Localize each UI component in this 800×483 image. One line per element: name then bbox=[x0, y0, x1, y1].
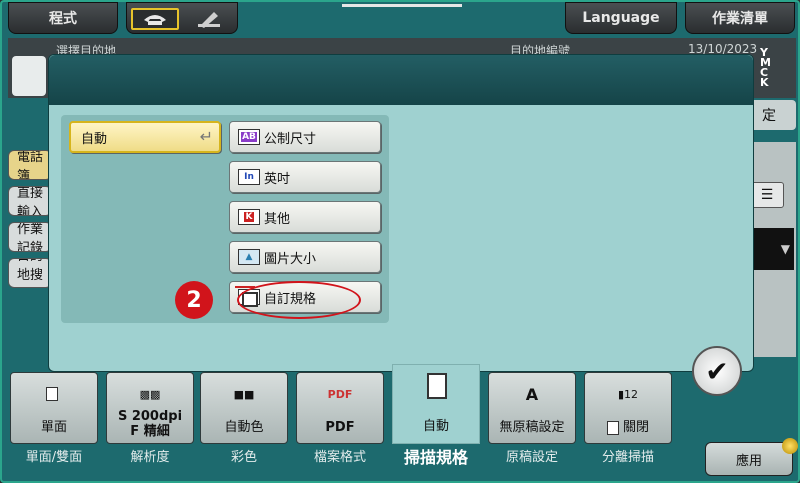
resolution-button[interactable]: ▩▩ S 200dpi F 精細 bbox=[106, 372, 194, 444]
separate-scan-icon: ▮12 bbox=[617, 387, 639, 401]
metric-ab-icon: AB bbox=[238, 129, 260, 145]
separate-scan-caption: 分離掃描 bbox=[601, 450, 654, 465]
apply-button[interactable]: 應用 bbox=[705, 442, 793, 476]
scanner-screen: 程式 Language 作業清單 選擇目的地 目的地編號 13/10/2023 … bbox=[0, 0, 800, 483]
resolution-caption: 解析度 bbox=[130, 450, 170, 465]
other-size-button[interactable]: K 其他 bbox=[229, 201, 381, 233]
chevron-down-icon: ▼ bbox=[780, 242, 790, 256]
phone-icon[interactable] bbox=[131, 8, 179, 30]
scan-size-caption: 掃描規格 bbox=[403, 448, 468, 467]
send-mode-group bbox=[126, 2, 238, 34]
picture-icon: ▲ bbox=[238, 249, 260, 265]
job-list-button[interactable]: 作業清單 bbox=[685, 2, 795, 34]
checkmark-icon: ✔ bbox=[705, 354, 729, 388]
toner-k: K bbox=[760, 76, 769, 89]
inch-size-button[interactable]: In 英吋 bbox=[229, 161, 381, 193]
resolution-icon: ▩▩ bbox=[139, 387, 161, 401]
metric-size-label: 公制尺寸 bbox=[264, 131, 317, 147]
language-button[interactable]: Language bbox=[565, 2, 677, 34]
top-indicator-line bbox=[342, 4, 462, 7]
list-view-button[interactable]: ☰ bbox=[750, 182, 784, 208]
tab-phonebook[interactable]: 電話簿 bbox=[8, 150, 52, 180]
tab-destination-search[interactable]: 目的地搜尋 bbox=[8, 258, 52, 288]
highlight-ellipse bbox=[237, 281, 361, 319]
other-k-icon: K bbox=[238, 209, 260, 225]
pdf-icon: PDF bbox=[327, 387, 353, 401]
tab-direct-input[interactable]: 直接輸入 bbox=[8, 186, 52, 216]
fax-document-icon bbox=[12, 56, 46, 96]
file-format-caption: 檔案格式 bbox=[313, 450, 366, 465]
color-button[interactable]: ■■ 自動色 bbox=[200, 372, 288, 444]
separate-scan-value: 關閉 bbox=[622, 420, 649, 435]
auto-size-button[interactable]: 自動 ↵ bbox=[69, 121, 221, 153]
separate-scan-button[interactable]: ▮12 關閉 bbox=[584, 372, 672, 444]
file-format-value: PDF bbox=[325, 420, 355, 435]
simplex-duplex-button[interactable]: 單面 bbox=[10, 372, 98, 444]
tab-job-log[interactable]: 作業記錄 bbox=[8, 222, 52, 252]
status-indicator bbox=[782, 438, 798, 454]
handset-icon[interactable] bbox=[185, 8, 233, 30]
dropdown-toggle[interactable]: ▼ bbox=[754, 228, 794, 270]
resolution-value: S 200dpi F 精細 bbox=[117, 409, 183, 439]
list-icon: ☰ bbox=[760, 187, 774, 203]
off-icon bbox=[606, 420, 619, 435]
inch-icon: In bbox=[238, 169, 260, 185]
simplex-value: 單面 bbox=[40, 420, 67, 435]
photo-size-label: 圖片大小 bbox=[264, 251, 317, 267]
photo-size-button[interactable]: ▲ 圖片大小 bbox=[229, 241, 381, 273]
toner-indicator: Y M C K bbox=[760, 47, 792, 89]
original-a-icon: A bbox=[525, 384, 539, 404]
duplex-icon bbox=[40, 381, 68, 407]
page-icon bbox=[427, 373, 447, 399]
original-settings-caption: 原稿設定 bbox=[505, 450, 558, 465]
scan-size-button[interactable]: 自動 bbox=[392, 364, 480, 444]
step-number-badge: 2 bbox=[175, 281, 213, 319]
simplex-duplex-caption: 單面/雙面 bbox=[25, 450, 83, 465]
metric-size-button[interactable]: AB 公制尺寸 bbox=[229, 121, 381, 153]
enter-icon: ↵ bbox=[199, 127, 213, 146]
separate-scan-value-wrap: 關閉 bbox=[585, 420, 671, 435]
original-settings-value: 無原稿設定 bbox=[499, 420, 565, 435]
inch-size-label: 英吋 bbox=[264, 171, 291, 187]
scan-size-value: 自動 bbox=[422, 419, 449, 434]
color-value: 自動色 bbox=[224, 420, 264, 435]
color-caption: 彩色 bbox=[230, 450, 257, 465]
other-size-label: 其他 bbox=[264, 211, 291, 227]
original-settings-button[interactable]: A 無原稿設定 bbox=[488, 372, 576, 444]
auto-size-label: 自動 bbox=[81, 131, 108, 147]
file-format-button[interactable]: PDF PDF bbox=[296, 372, 384, 444]
ok-check-button[interactable]: ✔ bbox=[692, 346, 742, 396]
program-button[interactable]: 程式 bbox=[8, 2, 118, 34]
scan-size-dialog: 自動 ↵ AB 公制尺寸 In 英吋 K 其他 ▲ 圖片大小 自訂規格 2 bbox=[48, 54, 754, 372]
color-icon: ■■ bbox=[233, 387, 255, 401]
dialog-header bbox=[49, 55, 753, 105]
